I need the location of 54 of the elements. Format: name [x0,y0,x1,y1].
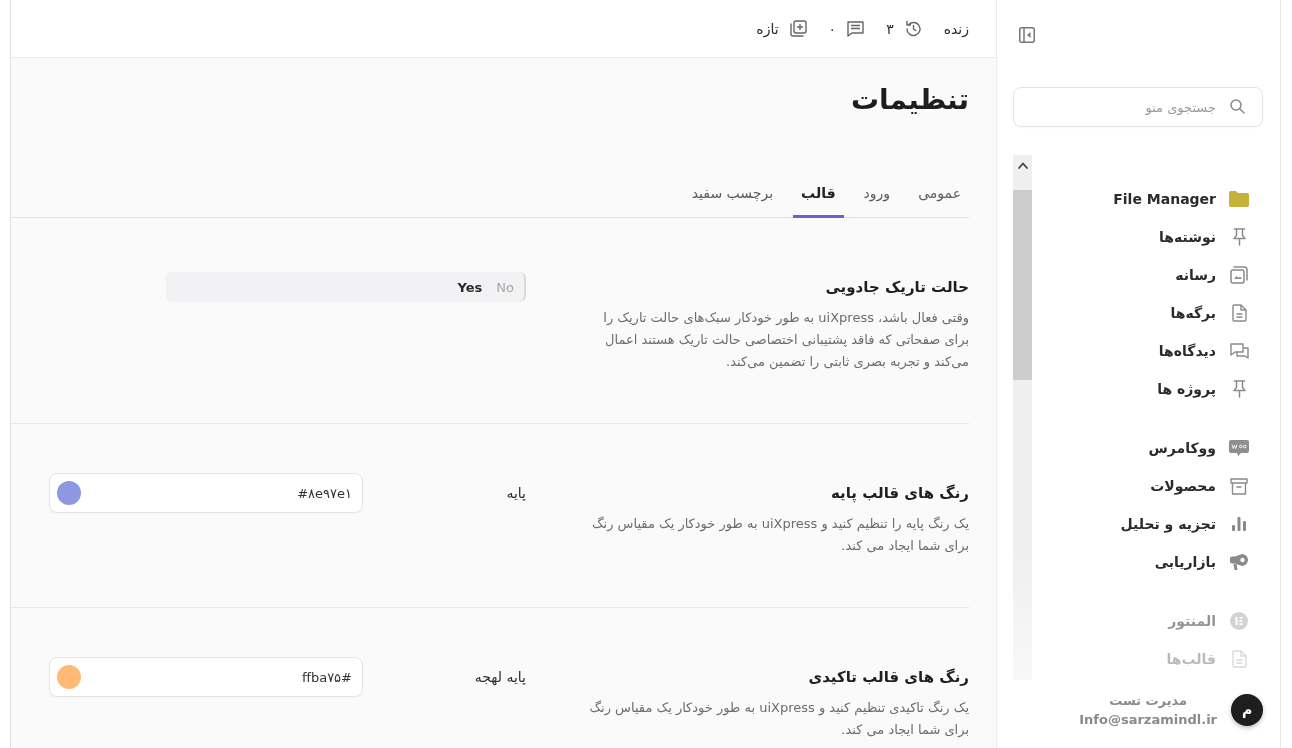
setting-title: رنگ های قالب تاکیدی [808,667,969,688]
bar-chart-icon [1232,517,1246,531]
plus-square-icon [789,20,807,37]
scrollbar[interactable] [1013,155,1032,680]
color-label: پایه لهجه [474,668,526,687]
live-button[interactable]: زنده [943,20,969,37]
comments-button[interactable]: ۰ [828,20,865,37]
settings-tab[interactable]: عمومی [910,168,969,218]
search-field[interactable]: جستجوی منو [1013,87,1263,127]
settings-tab[interactable]: برچسب سفید [683,168,782,218]
history-icon [904,20,922,37]
setting-description: یک رنگ تاکیدی تنظیم کنید و uiXpress به طور خودکار یک مقیاس رنگ برای شما ایجاد می کند. [588,699,969,739]
image-stack-icon [1230,266,1248,284]
settings-tab[interactable]: ورود [855,168,899,218]
sidebar-item[interactable]: پروژه ها [1157,370,1249,408]
document-icon [1231,650,1247,668]
color-label: پایه [506,484,526,503]
sidebar-item[interactable]: برگه‌ها [1170,294,1249,332]
sidebar-item[interactable]: بازاریابی [1154,543,1249,581]
sidebar-item[interactable]: ووکامرس [1148,429,1249,467]
sidebar-item[interactable]: دیدگاه‌ها [1158,332,1249,370]
sidebar-item[interactable]: محصولات [1150,467,1249,505]
setting-description: یک رنگ پایه را تنظیم کنید و uiXpress به طور خودکار یک مقیاس رنگ برای شما ایجاد می کند. [590,515,969,555]
toggle-option[interactable]: Yes [450,272,490,302]
comment-icon [847,20,865,37]
document-icon [1231,304,1247,322]
circle-lines-icon [1230,612,1248,630]
revisions-button[interactable]: ۳ [886,20,922,37]
setting-title: حالت تاریک جادویی [825,277,969,298]
setting-description: وقتی فعال باشد، uiXpress به طور خودکار سبک‌های حالت تاریک را برای صفحاتی که فاقد پشتیبانی اختصاصی حالت تاریک هستند اعمال می‌کند و تجربه بصری ثابتی را تضمین می‌کند. [602,309,969,372]
color-field[interactable]: ffba۷۵# [49,657,363,697]
folder-icon [1229,191,1249,207]
scrollbar-thumb[interactable] [1013,190,1032,380]
archive-box-icon [1230,477,1248,495]
sidebar-collapse-icon[interactable] [1019,27,1035,43]
user-email: Info@sarzamindl.ir [1079,711,1217,728]
pin-icon [1232,380,1246,398]
user-avatar[interactable]: م [1231,694,1263,726]
badge-icon [1229,440,1249,456]
user-name: مدیرت تست [1109,692,1188,709]
sidebar-item[interactable]: نوشته‌ها [1159,218,1249,256]
setting-title: رنگ های قالب پایه [830,483,969,504]
settings-tab[interactable]: قالب [793,168,844,218]
search-icon [1230,99,1245,114]
page-title: تنظیمات [850,82,969,118]
megaphone-icon [1230,553,1248,571]
color-field[interactable]: #۸e۹۷e۱ [49,473,363,513]
caret-up-icon[interactable] [1017,162,1028,169]
sidebar-item[interactable]: تجزیه و تحلیل [1120,505,1249,543]
chat-bubbles-icon [1229,343,1249,359]
new-button[interactable]: تازه [756,20,807,37]
sidebar-item[interactable]: File Manager [1113,180,1249,218]
pin-icon [1232,228,1246,246]
sidebar-item[interactable]: رسانه [1175,256,1249,294]
